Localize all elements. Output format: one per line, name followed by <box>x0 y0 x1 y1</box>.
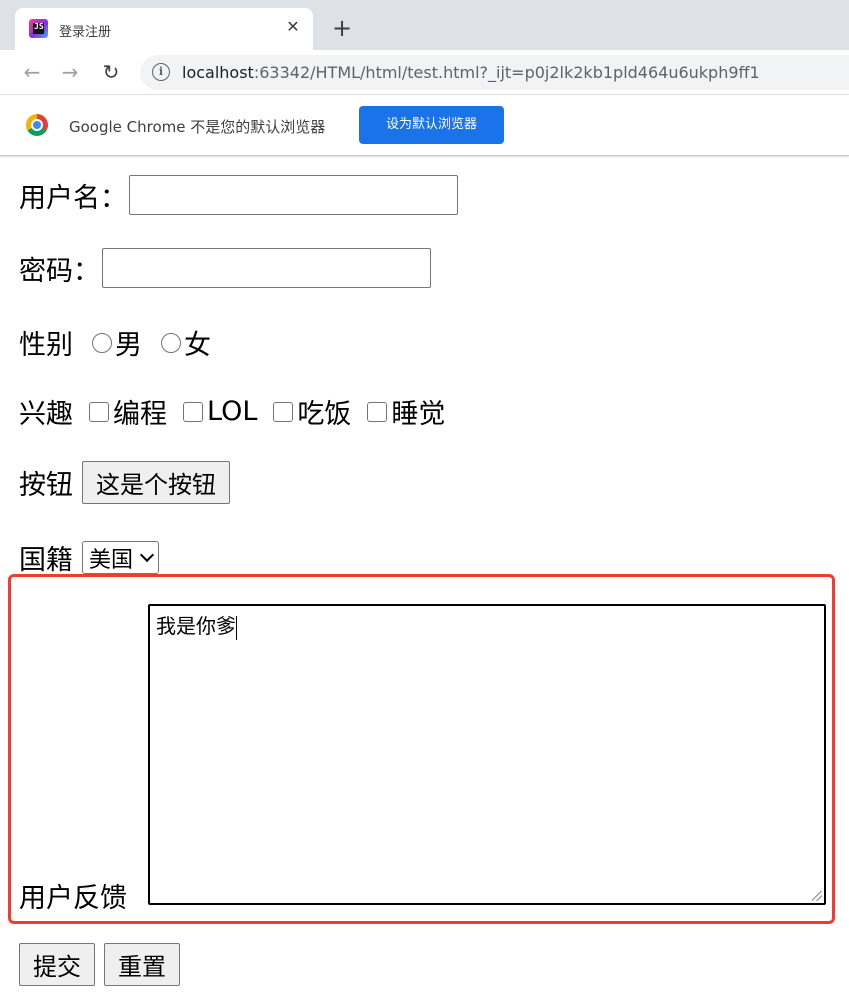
nationality-select[interactable]: 美国 <box>82 541 160 574</box>
nationality-row: 国籍 美国 <box>19 538 160 577</box>
gender-label: 性别 <box>19 330 73 361</box>
interest-option-lol: LOL <box>207 396 258 427</box>
submit-button[interactable]: 提交 <box>19 943 95 986</box>
button-row: 按钮 这是个按钮 <box>19 461 230 504</box>
browser-toolbar: ← → ↻ i localhost:63342/HTML/html/test.h… <box>0 50 849 95</box>
url-host: localhost <box>182 63 254 82</box>
reload-icon[interactable]: ↻ <box>99 60 123 84</box>
gender-option-male: 男 <box>115 330 142 361</box>
info-icon[interactable]: i <box>152 63 170 81</box>
interest-checkbox-eat[interactable] <box>273 401 294 422</box>
gender-row: 性别 男 女 <box>19 323 211 362</box>
generic-button[interactable]: 这是个按钮 <box>82 461 230 504</box>
interests-label: 兴趣 <box>19 399 73 430</box>
chevron-down-icon <box>139 547 155 563</box>
interests-row: 兴趣 编程 LOL 吃饭 睡觉 <box>19 392 445 431</box>
tab-strip: JS 登录注册 ✕ + <box>0 0 849 50</box>
browser-tab[interactable]: JS 登录注册 ✕ <box>15 8 313 50</box>
button-row-label: 按钮 <box>19 470 73 501</box>
interest-checkbox-lol[interactable] <box>183 401 203 422</box>
username-input[interactable] <box>129 175 458 215</box>
feedback-label: 用户反馈 <box>19 883 127 914</box>
feedback-textarea[interactable]: 我是你爹 <box>148 604 826 905</box>
forward-arrow-icon[interactable]: → <box>58 60 82 84</box>
interest-option-eat: 吃饭 <box>297 399 352 430</box>
username-row: 用户名： <box>19 175 458 215</box>
url-path: :63342/HTML/html/test.html?_ijt=p0j2lk2k… <box>253 63 760 82</box>
address-bar[interactable]: i localhost:63342/HTML/html/test.html?_i… <box>140 55 849 90</box>
interest-option-coding: 编程 <box>113 399 167 430</box>
text-caret <box>236 615 237 640</box>
gender-radio-female[interactable] <box>161 332 181 353</box>
reset-button[interactable]: 重置 <box>104 943 180 986</box>
gender-radio-male[interactable] <box>92 332 112 353</box>
url-text[interactable]: localhost:63342/HTML/html/test.html?_ijt… <box>182 63 760 82</box>
new-tab-button[interactable]: + <box>330 16 354 40</box>
interest-checkbox-coding[interactable] <box>89 401 109 422</box>
password-input[interactable] <box>102 248 431 288</box>
chrome-logo-icon <box>26 114 48 136</box>
password-row: 密码： <box>19 248 431 288</box>
back-arrow-icon[interactable]: ← <box>20 60 44 84</box>
set-default-browser-button[interactable]: 设为默认浏览器 <box>359 106 504 144</box>
nationality-label: 国籍 <box>19 545 73 576</box>
password-label: 密码： <box>19 255 100 287</box>
page-content: 用户名： 密码： 性别 男 女 兴趣 编程 LOL 吃饭 睡觉 按钮 这是个按钮… <box>0 157 849 999</box>
default-browser-infobar: Google Chrome 不是您的默认浏览器 设为默认浏览器 <box>0 96 849 156</box>
feedback-text: 我是你爹 <box>156 614 236 638</box>
tab-title: 登录注册 <box>59 25 112 40</box>
close-icon[interactable]: ✕ <box>283 17 303 37</box>
form-actions: 提交 重置 <box>19 943 180 986</box>
gender-option-female: 女 <box>184 330 211 361</box>
infobar-message: Google Chrome 不是您的默认浏览器 <box>69 118 326 136</box>
jetbrains-icon: JS <box>29 19 48 38</box>
nationality-selected: 美国 <box>89 547 134 573</box>
interest-option-sleep: 睡觉 <box>391 399 446 430</box>
resize-grip-icon[interactable] <box>812 891 822 901</box>
username-label: 用户名： <box>19 182 127 214</box>
interest-checkbox-sleep[interactable] <box>367 401 388 422</box>
